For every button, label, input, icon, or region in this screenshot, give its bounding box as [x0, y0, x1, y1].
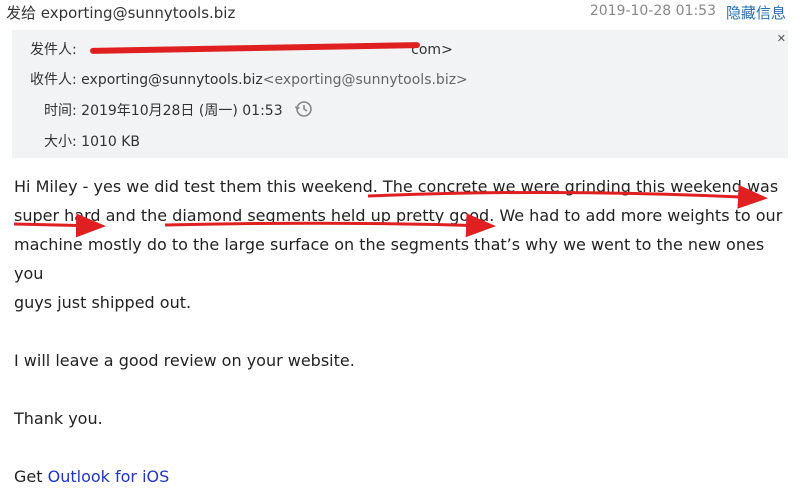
to-prefix: 发给 [6, 4, 37, 22]
hide-info-link[interactable]: 隐藏信息 [726, 2, 786, 23]
close-icon[interactable]: ✕ [777, 32, 786, 45]
message-body: Hi Miley - yes we did test them this wee… [14, 172, 794, 491]
message-header-panel: ✕ 发件人: com> 收件人: exporting@sunnytools.bi… [12, 30, 788, 158]
signature: Get Outlook for iOS [14, 462, 794, 491]
to-address-bracket: <exporting@sunnytools.biz> [262, 72, 468, 88]
to-label: 收件人: [30, 72, 77, 88]
size-row: 大小: 1010 KB [44, 131, 140, 151]
to-address[interactable]: exporting@sunnytools.biz [41, 4, 236, 22]
clock-history-icon[interactable] [294, 100, 313, 122]
to-row: 收件人: exporting@sunnytools.biz<exporting@… [30, 69, 468, 89]
body-line-5: I will leave a good review on your websi… [14, 351, 355, 370]
message-top-bar: 发给 exporting@sunnytools.biz 2019-10-28 0… [0, 0, 800, 26]
signature-prefix: Get [14, 467, 48, 486]
from-label: 发件人: [30, 42, 77, 58]
body-line-1: Hi Miley - yes we did test them this wee… [14, 177, 779, 196]
size-label: 大小: [44, 134, 77, 150]
body-line-2: super hard and the diamond segments held… [14, 206, 783, 225]
message-date: 2019-10-28 01:53 [589, 3, 716, 19]
body-line-6: Thank you. [14, 409, 103, 428]
time-value: 2019年10月28日 (周一) 01:53 [81, 103, 283, 119]
time-label: 时间: [44, 103, 77, 119]
body-line-4: guys just shipped out. [14, 293, 192, 312]
time-row: 时间: 2019年10月28日 (周一) 01:53 [44, 100, 313, 122]
outlook-ios-link[interactable]: Outlook for iOS [48, 467, 170, 486]
to-address-main[interactable]: exporting@sunnytools.biz [81, 72, 263, 88]
body-line-3: machine mostly do to the large surface o… [14, 235, 765, 283]
recipient-summary: 发给 exporting@sunnytools.biz [6, 2, 235, 23]
size-value: 1010 KB [81, 134, 141, 150]
